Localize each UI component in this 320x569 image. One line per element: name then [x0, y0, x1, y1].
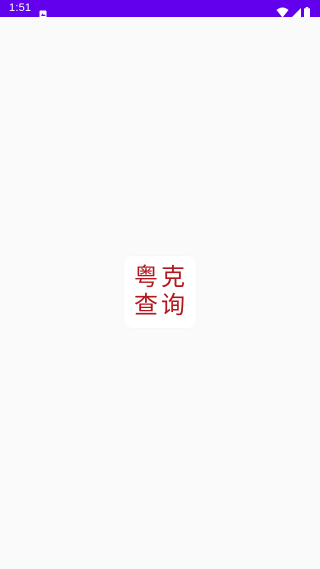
logo-char-3: 查 [134, 291, 158, 319]
wifi-icon [276, 3, 289, 18]
notification-icon [39, 4, 47, 19]
status-time: 1:51 [9, 2, 32, 14]
signal-icon [291, 3, 301, 18]
status-bar: 1:51 [0, 0, 320, 19]
logo-char-2: 克 [161, 263, 185, 291]
logo-char-4: 询 [161, 291, 185, 319]
splash-screen: 1:51 粤 克 查 询 [0, 0, 320, 569]
app-logo: 粤 克 查 询 [124, 256, 196, 328]
logo-char-1: 粤 [134, 263, 158, 291]
battery-icon [304, 3, 310, 18]
